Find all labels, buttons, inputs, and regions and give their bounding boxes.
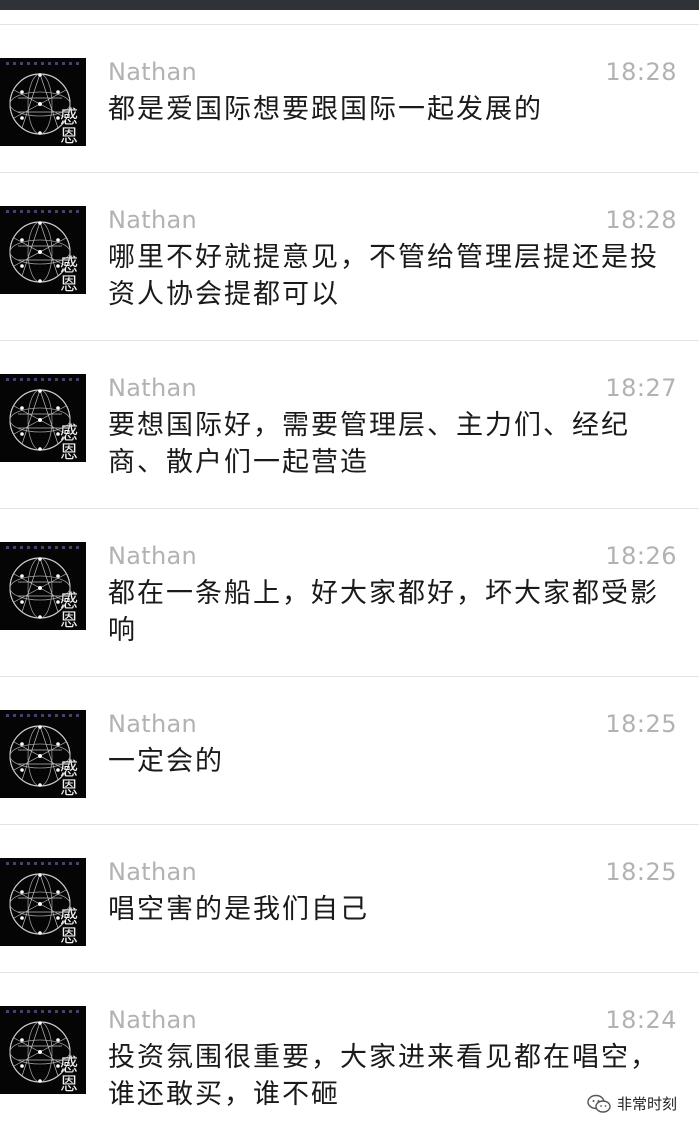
message-time: 18:28 [605,206,677,234]
avatar-caption: 感恩 [60,107,78,146]
sender-name: Nathan [108,374,197,402]
sender-name: Nathan [108,542,197,570]
message-item[interactable]: 感恩 Nathan 18:28 哪里不好就提意见，不管给管理层提还是投资人协会提… [0,172,699,340]
avatar[interactable]: 感恩 [0,374,86,462]
wechat-icon [587,1094,611,1113]
chat-history-screen: 感恩 Nathan 18:28 都是爱国际想要跟国际一起发展的 感恩 Natha… [0,0,699,1134]
avatar-header-strip [6,62,80,65]
sender-name: Nathan [108,1006,197,1034]
avatar[interactable]: 感恩 [0,710,86,798]
message-time: 18:24 [605,1006,677,1034]
message-time: 18:27 [605,374,677,402]
message-time: 18:26 [605,542,677,570]
message-list[interactable]: 感恩 Nathan 18:28 都是爱国际想要跟国际一起发展的 感恩 Natha… [0,24,699,1132]
avatar-header-strip [6,714,80,717]
message-item[interactable]: 感恩 Nathan 18:28 都是爱国际想要跟国际一起发展的 [0,24,699,172]
message-time: 18:25 [605,710,677,738]
watermark-text: 非常时刻 [616,1095,677,1113]
avatar-caption: 感恩 [60,423,78,462]
avatar-caption: 感恩 [60,907,78,946]
message-time: 18:25 [605,858,677,886]
avatar[interactable]: 感恩 [0,206,86,294]
avatar-caption: 感恩 [60,1055,78,1094]
avatar-caption: 感恩 [60,759,78,798]
message-item[interactable]: 感恩 Nathan 18:25 一定会的 [0,676,699,824]
sender-name: Nathan [108,58,197,86]
message-time: 18:28 [605,58,677,86]
avatar-header-strip [6,378,80,381]
avatar-header-strip [6,546,80,549]
avatar-header-strip [6,210,80,213]
message-text: 要想国际好，需要管理层、主力们、经纪商、散户们一起营造 [108,410,630,478]
message-item[interactable]: 感恩 Nathan 18:25 唱空害的是我们自己 [0,824,699,972]
message-item[interactable]: 感恩 Nathan 18:26 都在一条船上，好大家都好，坏大家都受影响 [0,508,699,676]
avatar[interactable]: 感恩 [0,542,86,630]
top-status-bar [0,0,699,10]
avatar-caption: 感恩 [60,591,78,630]
message-text: 都在一条船上，好大家都好，坏大家都受影响 [108,578,659,646]
sender-name: Nathan [108,206,197,234]
avatar-caption: 感恩 [60,255,78,294]
watermark: 非常时刻 [587,1093,677,1114]
message-text: 哪里不好就提意见，不管给管理层提还是投资人协会提都可以 [108,242,659,310]
message-text: 唱空害的是我们自己 [108,894,369,925]
sender-name: Nathan [108,858,197,886]
avatar-header-strip [6,862,80,865]
avatar[interactable]: 感恩 [0,1006,86,1094]
message-text: 一定会的 [108,746,224,777]
message-text: 都是爱国际想要跟国际一起发展的 [108,94,543,125]
avatar[interactable]: 感恩 [0,58,86,146]
message-item[interactable]: 感恩 Nathan 18:27 要想国际好，需要管理层、主力们、经纪商、散户们一… [0,340,699,508]
avatar[interactable]: 感恩 [0,858,86,946]
avatar-header-strip [6,1010,80,1013]
sender-name: Nathan [108,710,197,738]
